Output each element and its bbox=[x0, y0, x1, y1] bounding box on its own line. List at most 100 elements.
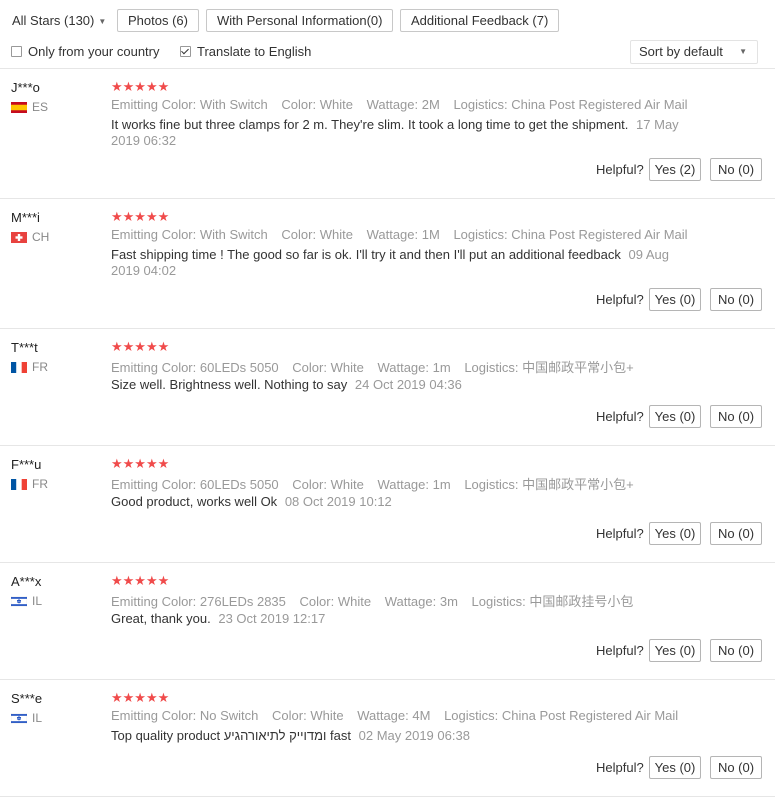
review-text: Size well. Brightness well. Nothing to s… bbox=[111, 377, 686, 393]
translate-label: Translate to English bbox=[197, 44, 312, 59]
sort-select[interactable]: Sort by default ▼ bbox=[630, 40, 758, 64]
attr-value: 2M bbox=[421, 97, 440, 112]
attr-label: Color: bbox=[292, 360, 327, 375]
review-user: S***e bbox=[11, 691, 43, 706]
photos-filter-button[interactable]: Photos (6) bbox=[117, 9, 199, 32]
attr-label: Emitting Color: bbox=[111, 594, 197, 609]
sort-value: Sort by default bbox=[639, 44, 723, 59]
attr-value: With Switch bbox=[199, 227, 268, 242]
attr-label: Color: bbox=[292, 477, 327, 492]
attr-value: 中国邮政挂号小包 bbox=[529, 594, 634, 609]
attr-value: White bbox=[330, 477, 364, 492]
translate-checkbox[interactable]: Translate to English bbox=[180, 44, 311, 59]
review-date: 02 May 2019 06:38 bbox=[358, 728, 470, 743]
star-rating: ★★★★★ bbox=[111, 79, 170, 94]
attr-label: Emitting Color: bbox=[111, 227, 197, 242]
review-attributes: Emitting Color: No Switch Color: White W… bbox=[111, 708, 688, 723]
attr-value: White bbox=[330, 360, 364, 375]
review-date: 23 Oct 2019 12:17 bbox=[218, 611, 326, 626]
helpful-label: Helpful? bbox=[596, 409, 644, 424]
country-code: ES bbox=[32, 100, 49, 114]
review-attributes: Emitting Color: With Switch Color: White… bbox=[111, 227, 698, 242]
helpful-yes-button[interactable]: Yes (2) bbox=[649, 158, 701, 181]
attr-value: With Switch bbox=[199, 97, 268, 112]
review-body: Great, thank you. bbox=[111, 611, 211, 626]
attr-label: Wattage: bbox=[366, 97, 419, 112]
review-text: Top quality product ומדוייק לתיאורהגיע f… bbox=[111, 728, 686, 744]
attr-label: Logistics: bbox=[453, 97, 508, 112]
review-text: It works fine but three clamps for 2 m. … bbox=[111, 117, 686, 149]
star-rating: ★★★★★ bbox=[111, 573, 170, 588]
helpful-yes-button[interactable]: Yes (0) bbox=[649, 288, 701, 311]
attr-label: Logistics: bbox=[464, 477, 519, 492]
country-code: FR bbox=[32, 477, 48, 491]
additional-feedback-filter-button[interactable]: Additional Feedback (7) bbox=[400, 9, 560, 32]
attr-value: White bbox=[310, 708, 344, 723]
filter-bar: All Stars (130) ▼ Photos (6) With Persona… bbox=[0, 0, 775, 69]
review-country: FR bbox=[11, 360, 48, 374]
il-flag-icon bbox=[11, 595, 27, 607]
attr-value: 1M bbox=[421, 227, 440, 242]
review-body: It works fine but three clamps for 2 m. … bbox=[111, 117, 629, 132]
attr-value: White bbox=[337, 594, 372, 609]
attr-label: Emitting Color: bbox=[111, 360, 197, 375]
attr-value: No Switch bbox=[199, 708, 259, 723]
attr-value: China Post Registered Air Mail bbox=[501, 708, 679, 723]
helpful-no-button[interactable]: No (0) bbox=[710, 756, 762, 779]
review-date: 08 Oct 2019 10:12 bbox=[284, 494, 392, 509]
country-code: FR bbox=[32, 360, 48, 374]
attr-value: China Post Registered Air Mail bbox=[511, 97, 688, 112]
review-user: F***u bbox=[11, 457, 42, 472]
personal-info-filter-button[interactable]: With Personal Information(0) bbox=[206, 9, 394, 32]
country-code: CH bbox=[32, 230, 50, 244]
helpful-yes-button[interactable]: Yes (0) bbox=[649, 639, 701, 662]
fr-flag-icon bbox=[11, 478, 27, 490]
review-attributes: Emitting Color: 276LEDs 2835 Color: Whit… bbox=[111, 591, 643, 610]
review-country: ES bbox=[11, 100, 48, 114]
helpful-yes-button[interactable]: Yes (0) bbox=[649, 756, 701, 779]
attr-value: 60LEDs 5050 bbox=[199, 477, 279, 492]
attr-value: 3m bbox=[439, 594, 458, 609]
helpful-label: Helpful? bbox=[596, 526, 644, 541]
attr-label: Logistics: bbox=[453, 227, 508, 242]
only-country-checkbox[interactable]: Only from your country bbox=[11, 44, 160, 59]
review-country: FR bbox=[11, 477, 48, 491]
review-user: T***t bbox=[11, 340, 38, 355]
helpful-yes-button[interactable]: Yes (0) bbox=[649, 405, 701, 428]
helpful-label: Helpful? bbox=[596, 760, 644, 775]
all-stars-dropdown[interactable]: All Stars (130) ▼ bbox=[12, 13, 106, 28]
chevron-down-icon: ▼ bbox=[739, 47, 747, 56]
attr-label: Color: bbox=[281, 97, 317, 112]
attr-value: 4M bbox=[412, 708, 431, 723]
attr-value: 中国邮政平常小包+ bbox=[522, 360, 634, 375]
attr-label: Wattage: bbox=[377, 477, 429, 492]
helpful-no-button[interactable]: No (0) bbox=[710, 522, 762, 545]
review-attributes: Emitting Color: 60LEDs 5050 Color: White… bbox=[111, 357, 644, 376]
review-body: Good product, works well Ok bbox=[111, 494, 278, 509]
attr-label: Wattage: bbox=[384, 594, 437, 609]
attr-label: Emitting Color: bbox=[111, 708, 197, 723]
review-item: S***e IL ★★★★★ Emitting Color: No Switch… bbox=[0, 679, 775, 797]
attr-label: Color: bbox=[281, 227, 317, 242]
only-country-label: Only from your country bbox=[28, 44, 160, 59]
attr-value: 1m bbox=[432, 477, 451, 492]
attr-value: White bbox=[319, 97, 353, 112]
review-body: Top quality product ומדוייק לתיאורהגיע f… bbox=[111, 728, 351, 743]
review-date: 24 Oct 2019 04:36 bbox=[354, 377, 462, 392]
attr-label: Logistics: bbox=[444, 708, 499, 723]
review-body: Size well. Brightness well. Nothing to s… bbox=[111, 377, 348, 392]
fr-flag-icon bbox=[11, 361, 27, 373]
es-flag-icon bbox=[11, 101, 27, 113]
helpful-no-button[interactable]: No (0) bbox=[710, 158, 762, 181]
helpful-label: Helpful? bbox=[596, 162, 644, 177]
helpful-no-button[interactable]: No (0) bbox=[710, 288, 762, 311]
review-item: A***x IL ★★★★★ Emitting Color: 276LEDs 2… bbox=[0, 562, 775, 680]
all-stars-label: All Stars (130) bbox=[12, 13, 95, 28]
helpful-no-button[interactable]: No (0) bbox=[710, 405, 762, 428]
helpful-no-button[interactable]: No (0) bbox=[710, 639, 762, 662]
attr-label: Wattage: bbox=[377, 360, 429, 375]
review-country: CH bbox=[11, 230, 49, 244]
star-rating: ★★★★★ bbox=[111, 339, 170, 354]
helpful-yes-button[interactable]: Yes (0) bbox=[649, 522, 701, 545]
attr-value: White bbox=[319, 227, 353, 242]
